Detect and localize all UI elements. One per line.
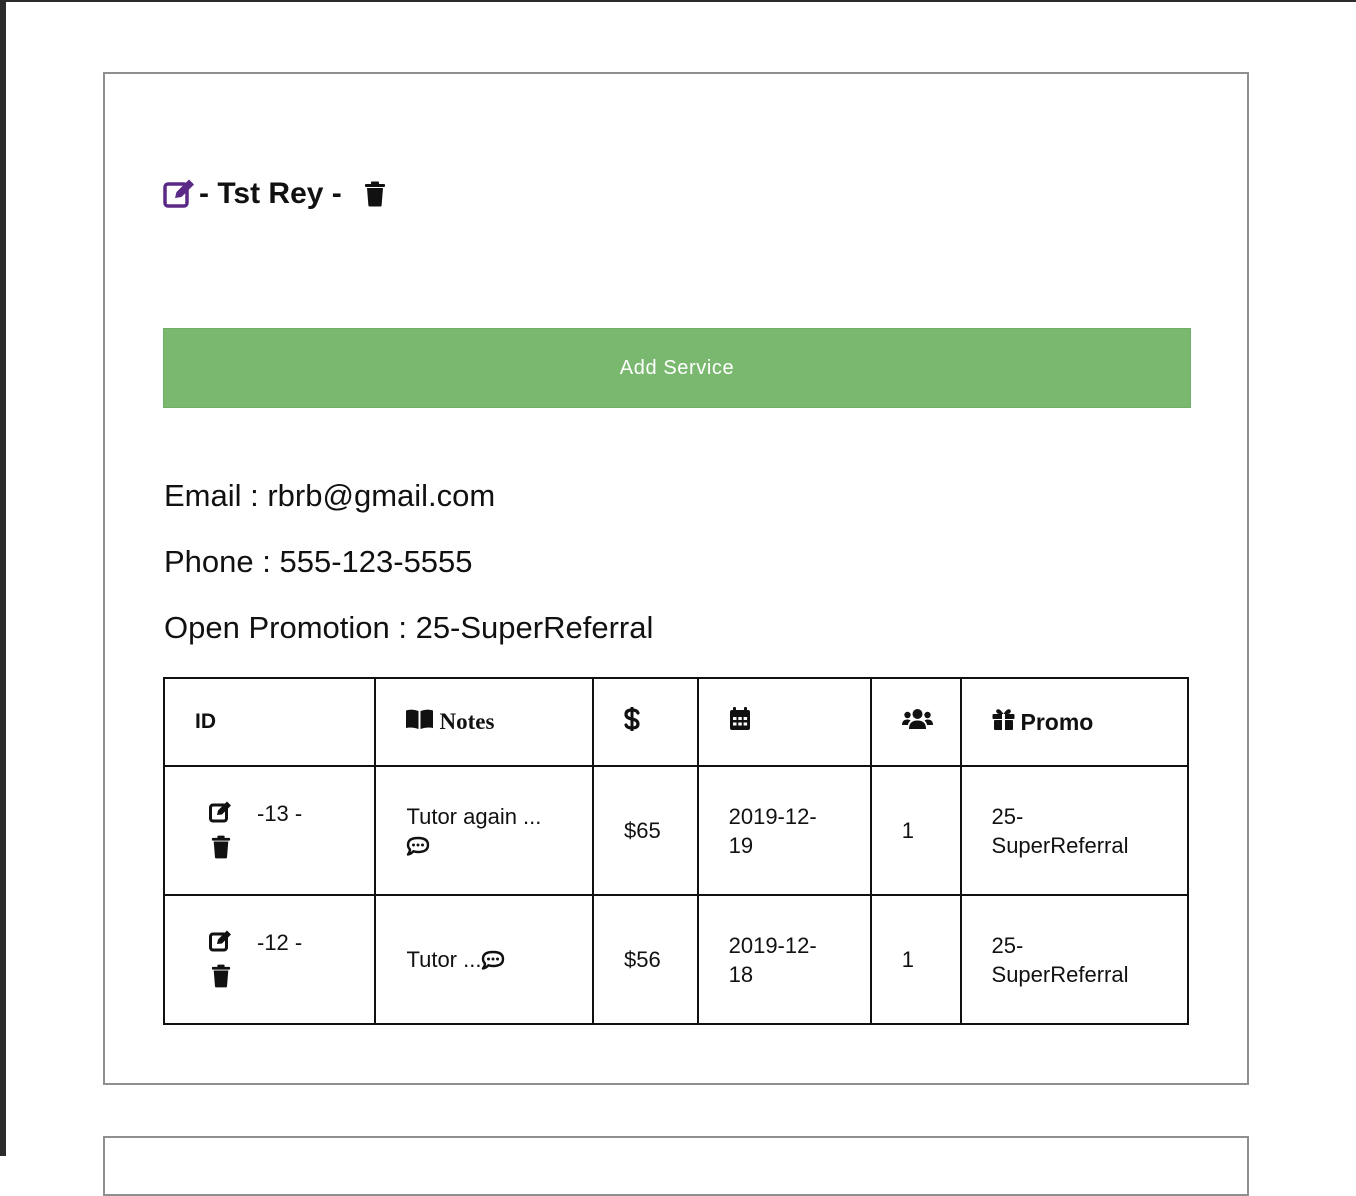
header-notes-label: Notes: [439, 709, 495, 734]
header-notes: Notes: [374, 677, 594, 767]
service-count: 1: [901, 947, 915, 972]
customer-card: - Tst Rey - Add Service Email : rbrb@gma…: [103, 72, 1249, 1085]
book-icon: [406, 709, 434, 735]
header-promo: Promo: [959, 677, 1190, 767]
customer-open-promotion: Open Promotion : 25-SuperReferral: [164, 610, 654, 645]
services-table: ID Notes Promo -13 - Tutor again ... $65…: [162, 677, 1190, 1025]
edit-service-icon[interactable]: [209, 930, 233, 952]
customer-title-row: - Tst Rey -: [163, 174, 386, 214]
delete-service-icon[interactable]: [211, 964, 231, 988]
service-price: $65: [623, 818, 661, 843]
customer-phone: Phone : 555-123-5555: [164, 544, 473, 579]
window-top-edge: [0, 0, 1356, 2]
row-promo-cell: 25- SuperReferral: [959, 894, 1190, 1025]
customer-name: - Tst Rey -: [199, 177, 342, 210]
header-people: [869, 677, 962, 767]
delete-customer-icon[interactable]: [364, 181, 386, 207]
service-promo-part1: 25-: [991, 932, 1024, 958]
next-customer-card: [103, 1136, 1249, 1196]
comment-icon[interactable]: [481, 950, 505, 972]
table-header-row: ID Notes Promo: [162, 677, 1190, 767]
dollar-icon: [624, 706, 640, 738]
delete-service-icon[interactable]: [211, 835, 231, 859]
calendar-icon: [729, 707, 751, 737]
table-row: -13 - Tutor again ... $65 2019-12- 19 1 …: [162, 765, 1190, 896]
gift-icon: [992, 708, 1015, 736]
service-price: $56: [623, 947, 661, 972]
row-date-cell: 2019-12- 18: [696, 894, 872, 1025]
service-promo-part2: SuperReferral: [991, 961, 1129, 987]
header-price: [591, 677, 699, 767]
row-date-cell: 2019-12- 19: [696, 765, 872, 896]
service-id: -12 -: [257, 930, 303, 955]
service-promo-part1: 25-: [991, 803, 1024, 829]
row-promo-cell: 25- SuperReferral: [959, 765, 1190, 896]
customer-email: Email : rbrb@gmail.com: [164, 478, 496, 513]
service-promo-part2: SuperReferral: [991, 832, 1129, 858]
header-promo-label: Promo: [1020, 708, 1094, 735]
row-price-cell: $56: [591, 894, 699, 1025]
row-id-cell: -13 -: [162, 765, 377, 896]
service-id: -13 -: [257, 801, 303, 826]
window-left-edge: [0, 0, 6, 1156]
row-count-cell: 1: [869, 894, 962, 1025]
row-count-cell: 1: [869, 765, 962, 896]
header-id-label: ID: [195, 710, 216, 733]
service-date-part1: 2019-12-: [728, 803, 817, 829]
comment-icon[interactable]: [406, 836, 430, 858]
row-notes-cell: Tutor again ...: [374, 765, 594, 896]
row-price-cell: $65: [591, 765, 699, 896]
edit-customer-icon[interactable]: [163, 178, 197, 210]
service-notes: Tutor ...: [406, 947, 482, 972]
header-id: ID: [162, 677, 377, 767]
add-service-button[interactable]: Add Service: [163, 328, 1191, 408]
service-notes: Tutor again ...: [406, 803, 542, 829]
row-notes-cell: Tutor ...: [374, 894, 594, 1025]
edit-service-icon[interactable]: [209, 801, 233, 823]
header-date: [696, 677, 872, 767]
service-date-part2: 18: [728, 961, 754, 987]
users-icon: [901, 708, 933, 736]
service-count: 1: [901, 818, 915, 843]
table-row: -12 - Tutor ... $56 2019-12- 18 1 25- Su…: [162, 894, 1190, 1025]
row-id-cell: -12 -: [162, 894, 377, 1025]
service-date-part1: 2019-12-: [728, 932, 817, 958]
service-date-part2: 19: [728, 832, 754, 858]
